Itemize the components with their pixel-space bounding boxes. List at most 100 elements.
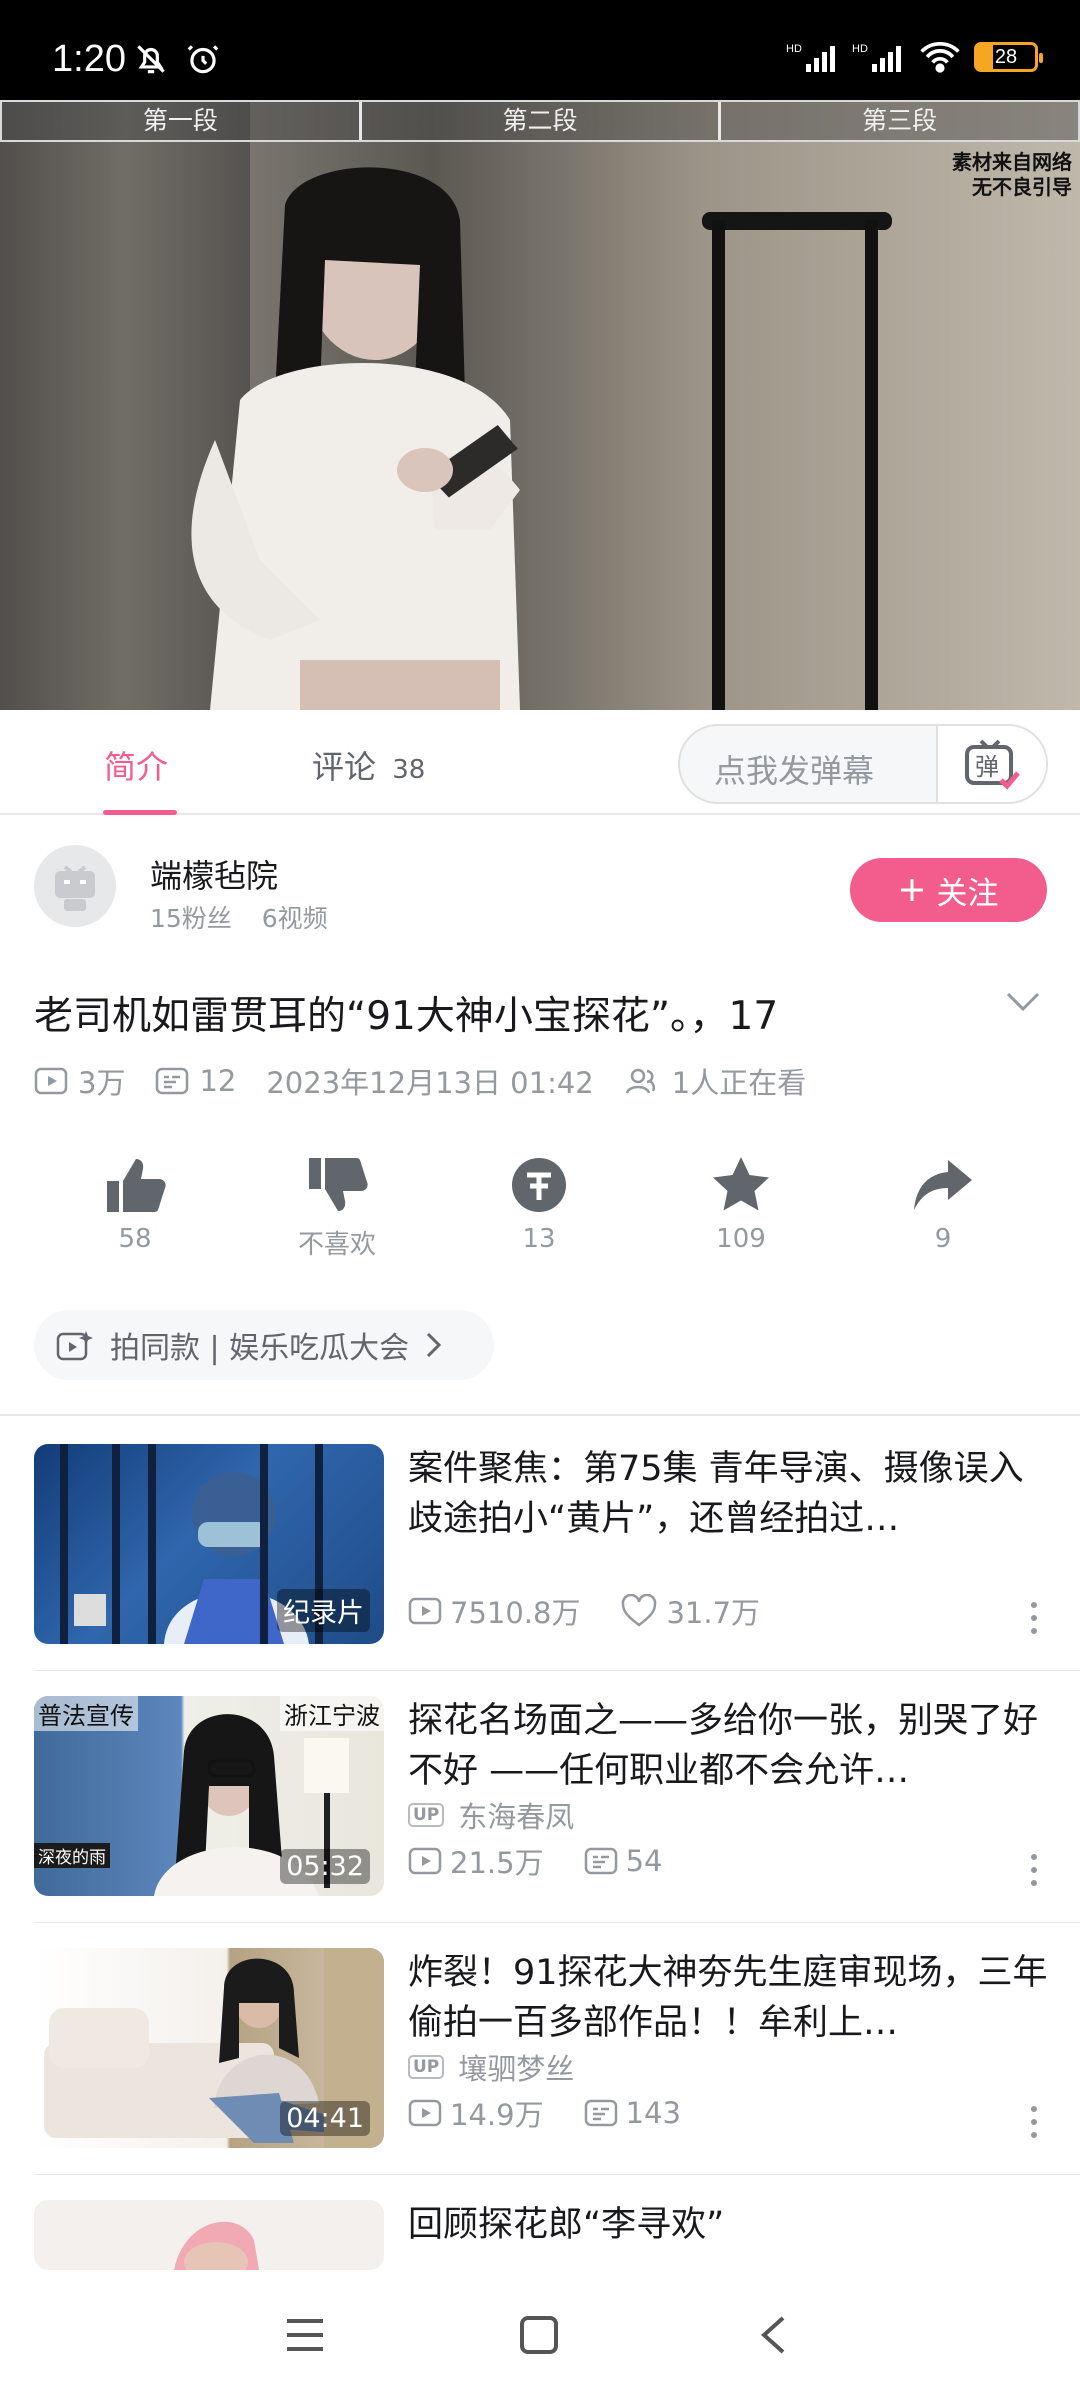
recommended-video-stats: 7510.8万 31.7万 xyxy=(408,1590,782,1632)
play-count-icon xyxy=(408,2099,442,2127)
play-count-icon xyxy=(34,1067,68,1095)
watermark-line: 无不良引导 xyxy=(972,175,1072,199)
uploader-card: 端檬毡院 15粉丝 6视频 关注 xyxy=(0,815,1080,955)
list-item[interactable]: 纪录片 案件聚焦：第75集 青年导演、摄像误入歧途拍小“黄片”，还曾经拍过… 7… xyxy=(0,1430,1080,1680)
up-badge: UP xyxy=(408,1803,445,1827)
video-person-figure xyxy=(191,167,520,710)
action-bar: 58 不喜欢 13 109 9 xyxy=(0,1140,1080,1290)
video-thumbnail[interactable]: 04:41 xyxy=(34,1948,384,2148)
likes-stat: 31.7万 xyxy=(620,1590,760,1632)
viewers-icon xyxy=(625,1068,655,1094)
signal-hd-icon-2: HD xyxy=(852,43,901,72)
chevron-down-icon[interactable] xyxy=(1006,991,1040,1013)
tab-comments[interactable]: 评论 38 xyxy=(312,742,425,788)
uploader-name[interactable]: 端檬毡院 xyxy=(150,851,278,897)
share-button[interactable]: 9 xyxy=(878,1150,1008,1254)
duration-badge: 05:32 xyxy=(280,1849,370,1884)
tab-comments-count: 38 xyxy=(392,755,426,785)
uploader-stats: 15粉丝 6视频 xyxy=(150,899,328,935)
like-count: 31.7万 xyxy=(666,1596,761,1630)
video-title: 老司机如雷贯耳的“91大神小宝探花”。，17 xyxy=(34,994,779,1039)
more-options-icon[interactable] xyxy=(1030,1852,1038,1888)
default-avatar-icon xyxy=(55,865,95,911)
segment-label[interactable]: 第三段 xyxy=(721,102,1078,140)
video-player[interactable]: 第一段 第二段 第三段 素材来自网络 无不良引导 xyxy=(0,100,1080,710)
video-thumbnail[interactable]: 普法宣传 浙江宁波 深夜的雨 05:32 xyxy=(34,1696,384,1896)
danmaku-meta: 12 xyxy=(155,1064,236,1098)
menu-icon[interactable] xyxy=(284,2316,326,2354)
danmaku-stat: 54 xyxy=(584,1844,663,1878)
coin-button[interactable]: 13 xyxy=(474,1150,604,1254)
more-options-icon[interactable] xyxy=(1030,1600,1038,1636)
watching-meta: 1人正在看 xyxy=(624,1060,806,1102)
chevron-right-icon xyxy=(427,1332,442,1358)
follow-button[interactable]: 关注 xyxy=(850,858,1047,922)
thumbnail-person-scene xyxy=(174,2221,259,2270)
recommended-video-uploader: UP 壤驷梦丝 xyxy=(408,2046,574,2088)
danmaku-icon-char: 弹 xyxy=(975,753,999,781)
dislike-label: 不喜欢 xyxy=(297,1230,376,1260)
list-separator xyxy=(34,1670,1080,1671)
thumbnail-caption-bottom: 深夜的雨 xyxy=(34,1843,110,1868)
thumb-up-icon xyxy=(107,1159,166,1212)
list-separator xyxy=(34,2174,1080,2175)
danmaku-entry[interactable]: 点我发弹幕 弹 xyxy=(678,724,1048,804)
video-meta: 3万 12 2023年12月13日 01:42 1人正在看 xyxy=(34,1060,824,1102)
list-item[interactable]: 04:41 炸裂！91探花大神夯先生庭审现场，三年偷拍一百多部作品！！牟利上… … xyxy=(0,1934,1080,2184)
more-options-icon[interactable] xyxy=(1030,2104,1038,2140)
uploader-name[interactable]: 东海春凤 xyxy=(458,1794,574,1836)
favorite-button[interactable]: 109 xyxy=(676,1150,806,1254)
danmaku-input[interactable]: 点我发弹幕 xyxy=(714,746,874,792)
signal-hd-icon: HD xyxy=(786,43,835,72)
avatar[interactable] xyxy=(34,845,116,927)
svg-text:HD: HD xyxy=(786,43,802,55)
views-stat: 14.9万 xyxy=(408,2092,544,2134)
recommended-video-stats: 21.5万 54 xyxy=(408,1840,684,1882)
recommended-video-title[interactable]: 探花名场面之——多给你一张，别哭了好不好 ——任何职业都不会允许… xyxy=(408,1696,1048,1796)
watching-count: 1人正在看 xyxy=(671,1066,807,1100)
coin-count: 13 xyxy=(522,1224,556,1254)
segment-label[interactable]: 第二段 xyxy=(362,102,722,140)
tab-intro[interactable]: 简介 xyxy=(104,742,168,788)
segment-label[interactable]: 第一段 xyxy=(2,102,362,140)
thumbnail-caption-right: 浙江宁波 xyxy=(280,1696,384,1731)
list-item[interactable]: 普法宣传 浙江宁波 深夜的雨 05:32 探花名场面之——多给你一张，别哭了好不… xyxy=(0,1682,1080,1932)
video-floor-lamp-pole xyxy=(712,220,725,710)
battery-indicator: 28 xyxy=(974,42,1043,72)
home-icon[interactable] xyxy=(518,2314,560,2356)
recommended-video-stats: 14.9万 143 xyxy=(408,2092,703,2134)
view-count: 7510.8万 xyxy=(450,1596,581,1630)
coin-icon xyxy=(512,1158,566,1212)
video-thumbnail[interactable]: 纪录片 xyxy=(34,1444,384,1644)
section-divider xyxy=(0,1414,1080,1416)
video-segment-bar: 第一段 第二段 第三段 xyxy=(0,100,1080,142)
status-bar: 1:20 HD HD 28 xyxy=(0,0,1080,100)
back-icon[interactable] xyxy=(758,2314,788,2356)
video-floor-lamp-pole-right xyxy=(865,220,878,710)
list-item[interactable]: 回顾探花郎“李寻欢” xyxy=(0,2186,1080,2270)
views-stat: 7510.8万 xyxy=(408,1590,580,1632)
dislike-button[interactable]: 不喜欢 xyxy=(272,1150,402,1261)
recommended-video-title[interactable]: 回顾探花郎“李寻欢” xyxy=(408,2200,1048,2250)
danmaku-count: 54 xyxy=(625,1844,663,1878)
play-count-icon xyxy=(408,1597,442,1625)
status-notification-icons xyxy=(132,40,222,78)
danmaku-icon: 弹 xyxy=(965,739,1020,790)
uploader-name[interactable]: 壤驷梦丝 xyxy=(458,2046,574,2088)
recommended-video-title[interactable]: 案件聚焦：第75集 青年导演、摄像误入歧途拍小“黄片”，还曾经拍过… xyxy=(408,1444,1048,1544)
status-system-icons: HD HD 28 xyxy=(786,40,1043,74)
content-type-badge: 纪录片 xyxy=(277,1589,370,1632)
topic-tag[interactable]: 拍同款 | 娱乐吃瓜大会 xyxy=(34,1310,494,1380)
recommended-video-title[interactable]: 炸裂！91探花大神夯先生庭审现场，三年偷拍一百多部作品！！牟利上… xyxy=(408,1948,1048,2048)
like-button[interactable]: 58 xyxy=(70,1150,200,1254)
view-count: 21.5万 xyxy=(450,1846,544,1880)
view-count: 3万 xyxy=(78,1066,126,1100)
topic-tag-label: 拍同款 | 娱乐吃瓜大会 xyxy=(110,1331,410,1366)
plus-icon xyxy=(900,879,923,901)
play-count-icon xyxy=(408,1847,442,1875)
tab-comments-label: 评论 xyxy=(312,748,377,786)
video-floor-lamp-top xyxy=(702,212,892,230)
danmaku-settings-button[interactable]: 弹 xyxy=(936,726,1046,802)
like-count: 58 xyxy=(118,1224,152,1254)
video-thumbnail[interactable] xyxy=(34,2200,384,2270)
